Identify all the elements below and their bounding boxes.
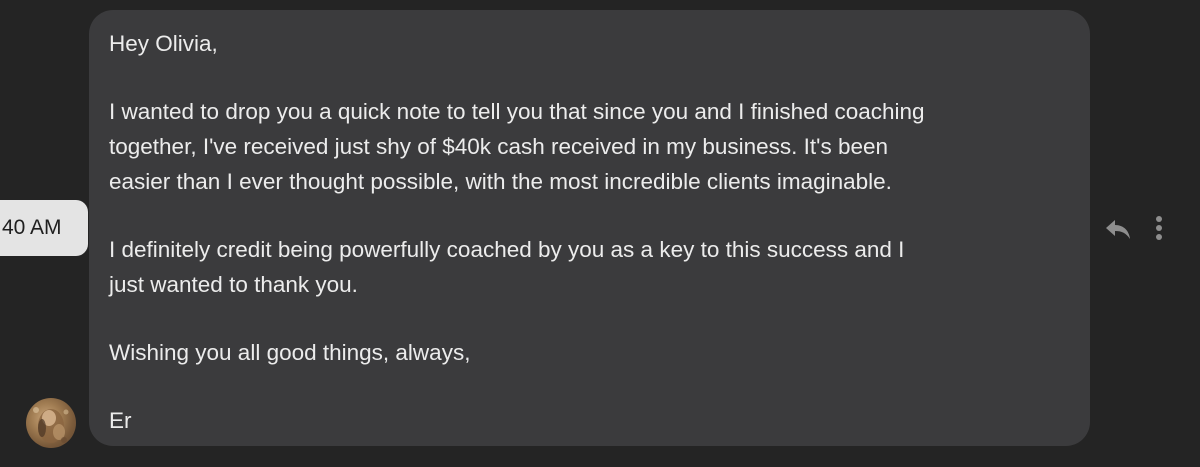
reply-icon (1106, 220, 1130, 239)
message-greeting: Hey Olivia, (109, 31, 218, 56)
message-signature: Er (109, 408, 132, 433)
message-bubble[interactable]: Hey Olivia, I wanted to drop you a quick… (89, 10, 1090, 446)
reply-button[interactable] (1100, 214, 1136, 244)
sender-avatar[interactable] (26, 398, 76, 448)
avatar-image (33, 407, 69, 443)
timestamp-tooltip: 40 AM (0, 200, 88, 256)
more-options-button[interactable] (1146, 212, 1172, 244)
timestamp-text: 40 AM (2, 216, 62, 239)
message-paragraph-3: Wishing you all good things, always, (109, 340, 471, 365)
message-paragraph-1: I wanted to drop you a quick note to tel… (109, 99, 925, 194)
more-vertical-icon (1156, 216, 1162, 240)
message-paragraph-2: I definitely credit being powerfully coa… (109, 237, 905, 297)
